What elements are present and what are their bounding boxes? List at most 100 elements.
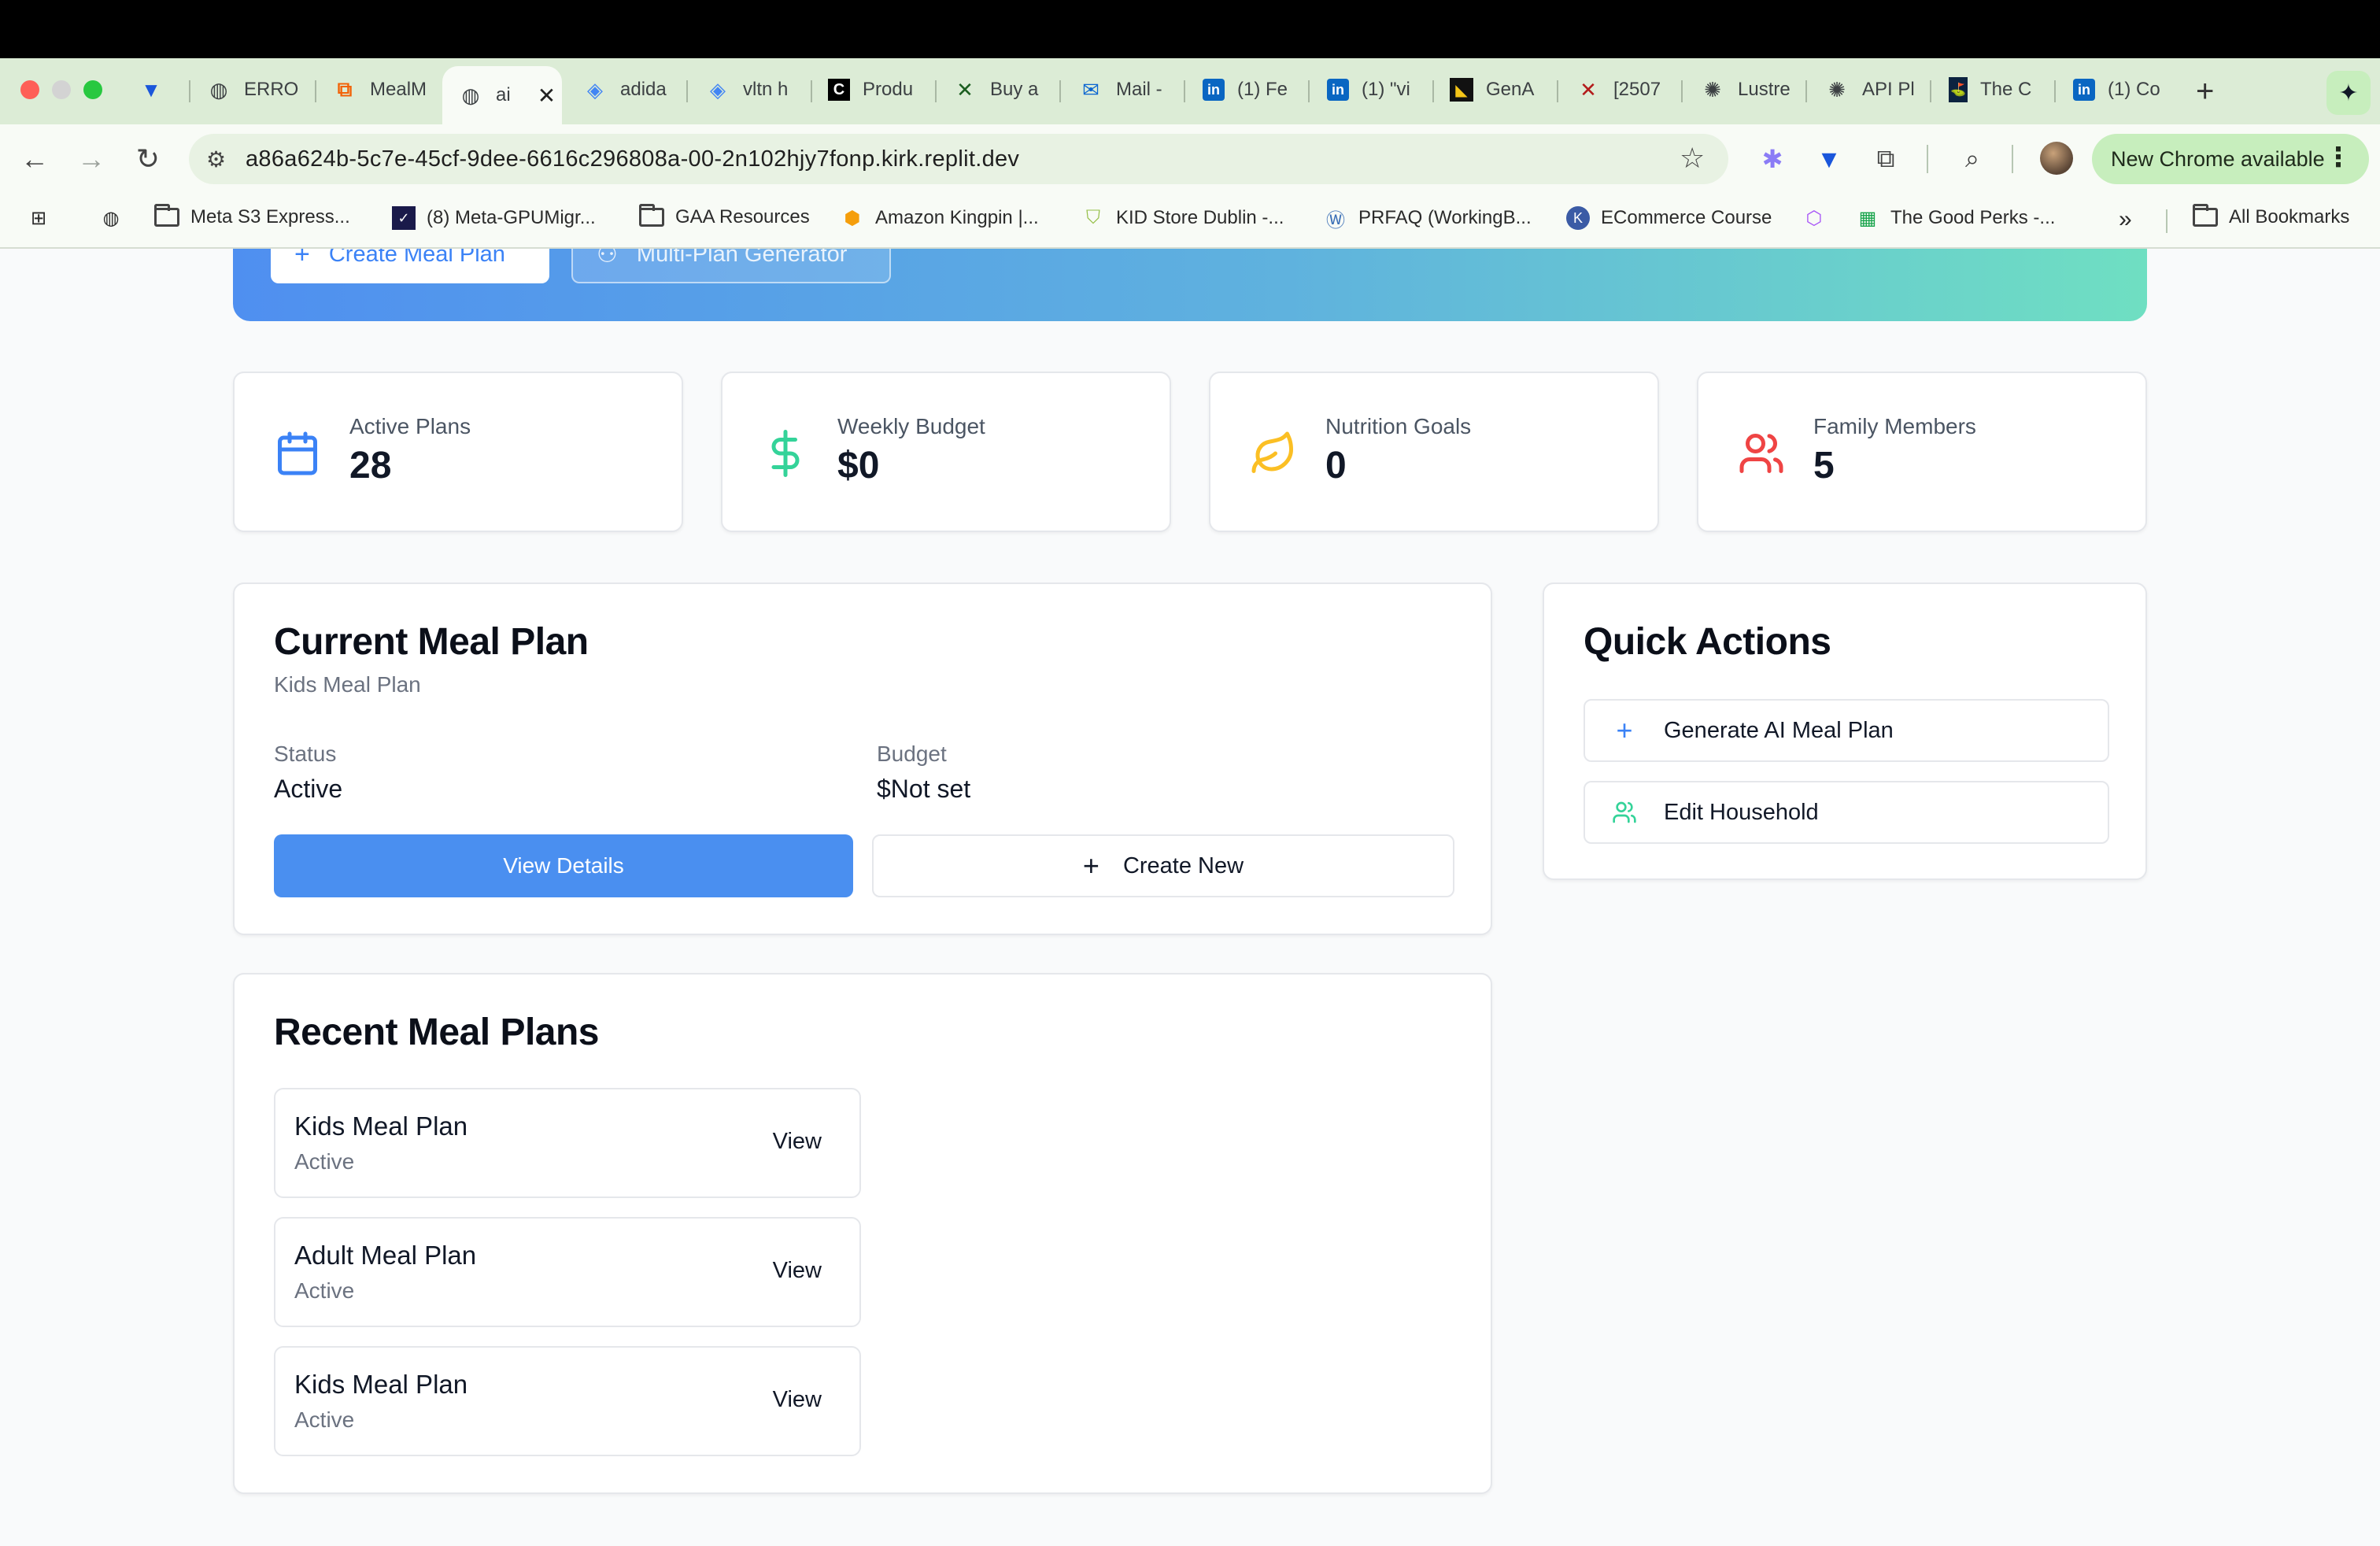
tab-mealm[interactable]: ⧉ MealM <box>332 69 427 110</box>
tab-vpn[interactable]: ▼ <box>139 69 170 110</box>
tab-label: Mail - <box>1116 79 1162 100</box>
tab-produ[interactable]: C Produ <box>828 69 922 110</box>
bookmark-kid-store[interactable]: ⛉ KID Store Dublin -... <box>1081 206 1284 230</box>
tab-arxiv[interactable]: ✕ [2507 <box>1576 69 1670 110</box>
tab-label: (1) Fe <box>1237 79 1288 100</box>
tab-the-c[interactable]: ⛳ The C <box>1949 69 2043 110</box>
new-chrome-available-button[interactable]: New Chrome available ⋮ <box>2092 134 2369 184</box>
back-arrow-icon[interactable]: ← <box>16 140 54 178</box>
outlook-icon: ✉ <box>1082 77 1099 102</box>
apps-grid-button[interactable]: ⊞ <box>27 206 50 230</box>
tab-gena[interactable]: ◣ GenA <box>1450 69 1544 110</box>
more-menu-icon: ⋮ <box>2325 142 2352 172</box>
all-bookmarks[interactable]: All Bookmarks <box>2193 204 2350 228</box>
shopping-bag-icon: ◈ <box>710 77 726 102</box>
tab-vltn[interactable]: ◈ vltn h <box>705 69 800 110</box>
create-new-label: Create New <box>1122 853 1244 878</box>
stat-value: 28 <box>349 445 392 486</box>
extensions-puzzle-icon[interactable]: ⧉ <box>1867 140 1905 178</box>
bookmark-kingpin[interactable]: ⬢ Amazon Kingpin |... <box>841 206 1039 230</box>
bookmark-meta-gpu[interactable]: ✓ (8) Meta-GPUMigr... <box>392 206 596 230</box>
bookmark-star-icon[interactable]: ☆ <box>1680 142 1705 175</box>
bookmark-ecommerce[interactable]: K ECommerce Course <box>1566 206 1772 230</box>
k-icon: K <box>1566 206 1590 230</box>
view-details-button[interactable]: View Details <box>274 834 853 897</box>
url-text[interactable]: a86a624b-5c7e-45cf-9dee-6616c296808a-00-… <box>246 146 1019 172</box>
tab-label: vltn h <box>743 79 789 100</box>
search-tabs-icon[interactable]: ⌕ <box>1953 140 1991 178</box>
bookmark-globe[interactable]: ◍ <box>99 206 123 230</box>
bookmark-label: Meta S3 Express... <box>190 206 350 227</box>
tab-error[interactable]: ◍ ERRO <box>206 69 309 110</box>
gemini-spark-icon[interactable]: ✦ <box>2326 71 2371 115</box>
tab-label: (1) "vi <box>1362 79 1410 100</box>
view-details-label: View Details <box>503 853 624 878</box>
wiki-icon: Ⓦ <box>1326 209 1345 231</box>
status-value: Active <box>274 775 343 803</box>
tab-label: Lustre <box>1738 79 1791 100</box>
minimize-window-button[interactable] <box>52 80 71 99</box>
c-logo-icon: C <box>828 79 850 101</box>
calendar-icon <box>278 431 317 475</box>
view-button[interactable]: View <box>773 1387 822 1413</box>
generate-ai-meal-plan-label: Generate AI Meal Plan <box>1664 717 1894 743</box>
reload-icon[interactable]: ↻ <box>129 140 167 178</box>
bookmark-label: All Bookmarks <box>2229 206 2350 227</box>
tab-label: MealM <box>370 79 427 100</box>
tab-linkedin-1[interactable]: in (1) Fe <box>1203 69 1297 110</box>
tab-active[interactable]: ◍ ai ✕ <box>442 66 562 124</box>
generate-ai-meal-plan-button[interactable]: + Generate AI Meal Plan <box>1584 699 2109 762</box>
new-tab-button[interactable]: + <box>2196 74 2214 109</box>
stat-label: Nutrition Goals <box>1325 414 1472 438</box>
tab-separator <box>1557 80 1558 102</box>
extension-vpn-icon[interactable]: ▼ <box>1810 140 1848 178</box>
bookmark-meta-s3[interactable]: Meta S3 Express... <box>154 204 350 228</box>
meal-plan-status: Active <box>294 1278 355 1303</box>
close-tab-icon[interactable]: ✕ <box>538 83 556 109</box>
view-button[interactable]: View <box>773 1129 822 1155</box>
tab-label: GenA <box>1486 79 1535 100</box>
bookmark-gaa[interactable]: GAA Resources <box>639 204 810 228</box>
tab-separator <box>1432 80 1434 102</box>
profile-avatar[interactable] <box>2040 142 2073 175</box>
meal-plan-status: Active <box>294 1149 355 1174</box>
tab-buy[interactable]: ✕ Buy a <box>952 69 1047 110</box>
tab-linkedin-3[interactable]: in (1) Co <box>2073 69 2168 110</box>
tab-separator <box>1805 80 1807 102</box>
tab-mail[interactable]: ✉ Mail - <box>1078 69 1173 110</box>
extension-perplexity-icon[interactable]: ✱ <box>1754 140 1791 178</box>
tab-api[interactable]: ✺ API Pl <box>1824 69 1919 110</box>
forward-arrow-icon[interactable]: → <box>72 140 110 178</box>
apps-grid-icon: ⊞ <box>30 207 47 229</box>
tab-label: ai <box>496 84 511 105</box>
bookmark-prfaq[interactable]: Ⓦ PRFAQ (WorkingB... <box>1324 206 1532 231</box>
tab-linkedin-2[interactable]: in (1) "vi <box>1327 69 1421 110</box>
site-settings-icon[interactable]: ⚙ <box>206 146 226 172</box>
edit-household-button[interactable]: Edit Household <box>1584 781 2109 844</box>
multi-plan-generator-button[interactable]: ⚇ Multi-Plan Generator <box>571 249 891 283</box>
stat-card-nutrition-goals: Nutrition Goals 0 <box>1209 372 1659 532</box>
folder-icon <box>2193 204 2218 227</box>
stat-label: Family Members <box>1813 414 1976 438</box>
kingpin-icon: ⬢ <box>844 207 861 229</box>
view-button[interactable]: View <box>773 1258 822 1284</box>
bookmarks-overflow-button[interactable]: » <box>2119 206 2132 233</box>
bookmark-cube[interactable]: ⬡ <box>1802 206 1826 230</box>
close-window-button[interactable] <box>20 80 39 99</box>
stat-label: Active Plans <box>349 414 471 438</box>
overflow-chevron-icon: » <box>2119 206 2132 232</box>
current-meal-plan-subtitle: Kids Meal Plan <box>274 672 421 697</box>
tab-lustre[interactable]: ✺ Lustre <box>1700 69 1794 110</box>
meal-plan-status: Active <box>294 1407 355 1432</box>
create-new-button[interactable]: + Create New <box>872 834 1454 897</box>
tab-adidas[interactable]: ◈ adida <box>582 69 677 110</box>
meta-icon: ✓ <box>392 206 416 230</box>
recent-meal-plans-card: Recent Meal Plans Kids Meal Plan Active … <box>233 973 1492 1494</box>
bookmark-label: Amazon Kingpin |... <box>875 207 1039 228</box>
tab-label: API Pl <box>1862 79 1915 100</box>
bookmark-good-perks[interactable]: ▦ The Good Perks -... <box>1856 206 2056 230</box>
zoom-window-button[interactable] <box>83 80 102 99</box>
plus-icon: + <box>1616 714 1633 746</box>
create-meal-plan-button[interactable]: + Create Meal Plan <box>271 249 549 283</box>
hero-banner: + Create Meal Plan ⚇ Multi-Plan Generato… <box>233 249 2147 321</box>
